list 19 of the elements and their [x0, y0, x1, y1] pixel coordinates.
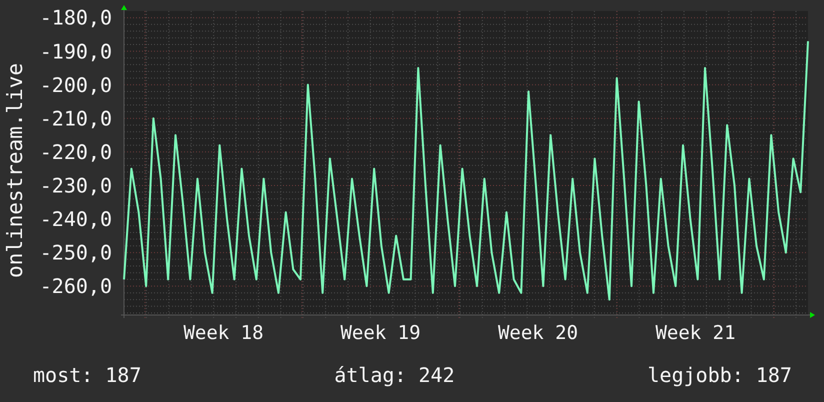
axis-label: -210,0 — [40, 106, 112, 130]
axis-arrow-icon — [810, 312, 815, 318]
axis-label: -200,0 — [40, 72, 112, 97]
stat-text: legjobb: 187 — [647, 362, 792, 389]
axis-label: -250,0 — [40, 240, 112, 265]
axis-label: -180,0 — [40, 6, 112, 30]
axis-label: -190,0 — [40, 39, 112, 64]
axis-label: -260,0 — [40, 274, 112, 298]
axis-title: onlinestream.live — [4, 62, 26, 278]
axis-label: -230,0 — [40, 173, 112, 198]
axis-label: Week 21 — [655, 322, 736, 340]
stat-text: átlag: 242 — [334, 362, 455, 389]
stat-text: most: 187 — [33, 362, 142, 389]
axis-label: Week 20 — [498, 322, 578, 340]
axis-label: Week 19 — [340, 322, 421, 340]
axis-label: -240,0 — [40, 207, 112, 232]
axis-label: Week 18 — [183, 322, 264, 340]
axis-label: -220,0 — [40, 140, 112, 164]
axis-arrow-icon — [121, 5, 127, 10]
